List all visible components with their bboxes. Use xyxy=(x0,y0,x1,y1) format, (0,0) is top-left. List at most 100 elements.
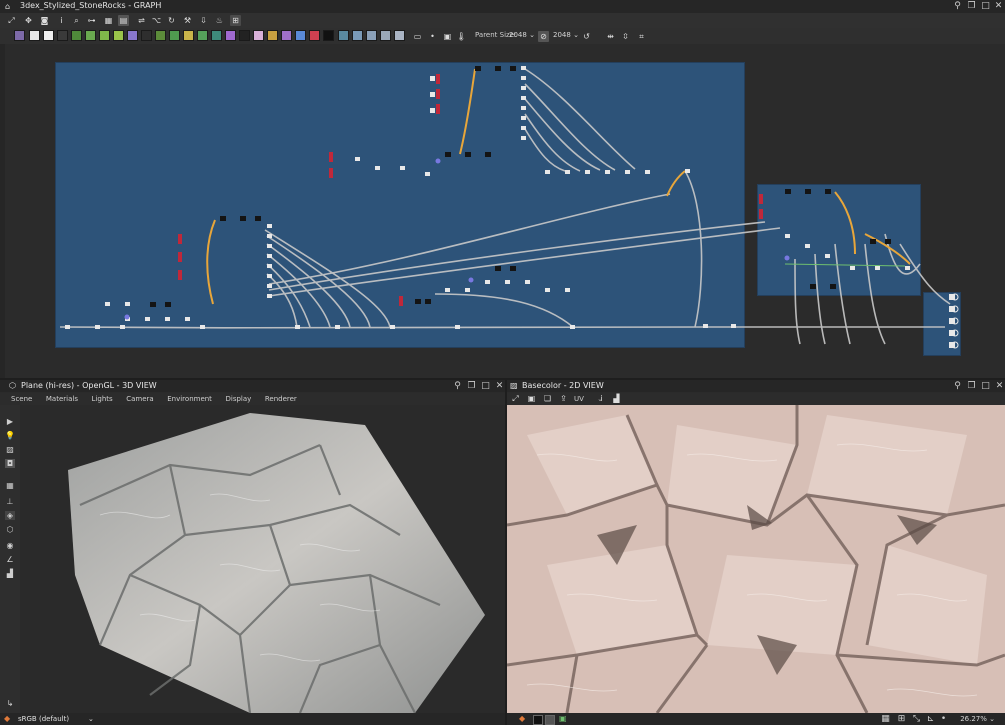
transform-node-icon[interactable] xyxy=(197,30,208,41)
dot-icon[interactable]: • xyxy=(427,31,438,42)
shading-icon[interactable]: ◈ xyxy=(5,511,15,520)
ruler-icon[interactable]: ⊾ xyxy=(925,714,936,725)
gradient-node-icon[interactable] xyxy=(85,30,96,41)
menu-renderer[interactable]: Renderer xyxy=(265,393,297,405)
grid-icon[interactable]: ⊞ xyxy=(230,15,241,26)
menu-scene[interactable]: Scene xyxy=(11,393,32,405)
info-icon[interactable]: i xyxy=(56,15,67,26)
pivot-icon[interactable]: ↳ xyxy=(5,699,15,708)
fx-node-icon[interactable] xyxy=(239,30,250,41)
camera-icon[interactable]: ◙ xyxy=(39,15,50,26)
close-icon[interactable]: ✕ xyxy=(993,1,1004,12)
close-icon[interactable]: ✕ xyxy=(994,381,1005,392)
maximize-icon[interactable]: □ xyxy=(980,381,991,392)
hsl-node-icon[interactable] xyxy=(127,30,138,41)
blend-node-icon[interactable] xyxy=(71,30,82,41)
bake-icon[interactable]: ♨ xyxy=(214,15,225,26)
menu-camera[interactable]: Camera xyxy=(126,393,153,405)
float-icon[interactable]: ❐ xyxy=(466,381,477,392)
menu-materials[interactable]: Materials xyxy=(46,393,78,405)
menu-environment[interactable]: Environment xyxy=(167,393,212,405)
connect-icon[interactable]: ⇌ xyxy=(136,15,147,26)
pin-node-icon[interactable] xyxy=(380,30,391,41)
snap-icon[interactable]: ⌗ xyxy=(636,31,647,42)
image-icon[interactable]: ▨ xyxy=(5,445,15,454)
distance-node-icon[interactable] xyxy=(211,30,222,41)
eye-icon[interactable]: ◉ xyxy=(5,541,15,550)
output-size-select[interactable]: 2048 ⌄ xyxy=(553,30,579,41)
light-icon[interactable]: 💡 xyxy=(5,431,15,440)
menu-lights[interactable]: Lights xyxy=(92,393,113,405)
graph-canvas[interactable] xyxy=(0,44,1005,378)
switch-node-icon[interactable] xyxy=(57,30,68,41)
pick-icon[interactable]: ⤡ xyxy=(911,714,922,725)
group-node-icon[interactable] xyxy=(394,30,405,41)
distribute-v-icon[interactable]: ⇳ xyxy=(620,31,631,42)
pixelproc-node-icon[interactable] xyxy=(338,30,349,41)
angle-icon[interactable]: ∠ xyxy=(5,555,15,564)
valueproc-node-icon[interactable] xyxy=(352,30,363,41)
stats-icon[interactable]: ▟ xyxy=(5,569,15,578)
channel-gray-icon[interactable] xyxy=(545,715,555,725)
normal-node-icon[interactable] xyxy=(155,30,166,41)
zoom-icon[interactable]: • xyxy=(938,714,949,725)
grid-view-icon[interactable]: ▦ xyxy=(5,481,15,490)
warp-node-icon[interactable] xyxy=(99,30,110,41)
pixel-node-icon[interactable] xyxy=(253,30,264,41)
frame-all-icon[interactable]: ✥ xyxy=(23,15,34,26)
export-icon[interactable]: ⇩ xyxy=(198,15,209,26)
wireframe-icon[interactable]: ⬡ xyxy=(5,525,15,534)
view2d-viewport[interactable] xyxy=(507,405,1005,713)
colorspace-select[interactable]: sRGB (default) ⌄ xyxy=(18,714,98,724)
frame-tool-icon[interactable]: ▣ xyxy=(442,31,453,42)
zoom-select[interactable]: 26.27% ⌄ xyxy=(949,714,995,724)
parent-size-select[interactable]: 2048 ⌄ xyxy=(509,30,535,41)
pin-icon[interactable]: ⚲ xyxy=(952,1,963,12)
search-icon[interactable]: ⌕ xyxy=(71,15,82,26)
pin-tool-icon[interactable]: 🌡 xyxy=(456,31,467,42)
shape-node-icon[interactable] xyxy=(183,30,194,41)
tiling-icon[interactable]: ⊞ xyxy=(896,714,907,725)
histogram-icon[interactable]: ▟ xyxy=(611,393,622,404)
link-size-icon[interactable]: ⊘ xyxy=(538,31,549,42)
output-node-icon[interactable] xyxy=(309,30,320,41)
export-image-icon[interactable]: ⇪ xyxy=(558,393,569,404)
triangle-node-icon[interactable] xyxy=(267,30,278,41)
frame-node-icon[interactable] xyxy=(295,30,306,41)
tools-icon[interactable]: ⚒ xyxy=(182,15,193,26)
reset-size-icon[interactable]: ↺ xyxy=(581,31,592,42)
float-icon[interactable]: ❐ xyxy=(966,1,977,12)
layout-icon[interactable]: ▤ xyxy=(118,15,129,26)
pin-icon[interactable]: ⚲ xyxy=(952,381,963,392)
grid-toggle-icon[interactable]: ▦ xyxy=(880,714,891,725)
float-icon[interactable]: ❐ xyxy=(966,381,977,392)
screenshot-icon[interactable]: ◘ xyxy=(5,459,15,468)
pin-icon[interactable]: ⚲ xyxy=(452,381,463,392)
maximize-icon[interactable]: □ xyxy=(480,381,491,392)
link-icon[interactable]: ⊶ xyxy=(86,15,97,26)
text-a-node-icon[interactable] xyxy=(281,30,292,41)
menu-display[interactable]: Display xyxy=(225,393,251,405)
svg-node-icon[interactable] xyxy=(29,30,40,41)
copy-icon[interactable]: ❏ xyxy=(542,393,553,404)
comment-node-icon[interactable] xyxy=(366,30,377,41)
fxmap-node-icon[interactable] xyxy=(323,30,334,41)
branch-icon[interactable]: ⌥ xyxy=(151,15,162,26)
align-icon[interactable]: ▦ xyxy=(103,15,114,26)
axis-icon[interactable]: ⊥ xyxy=(5,497,15,506)
view3d-viewport[interactable] xyxy=(20,405,505,713)
refresh-icon[interactable]: ↻ xyxy=(166,15,177,26)
curve-node-icon[interactable] xyxy=(113,30,124,41)
bitmap-node-icon[interactable] xyxy=(14,30,25,41)
text-node-icon[interactable] xyxy=(43,30,54,41)
info-icon[interactable]: i xyxy=(596,393,607,404)
maximize-icon[interactable]: □ xyxy=(980,1,991,12)
channel-black-icon[interactable] xyxy=(533,715,543,725)
fit-icon[interactable]: ⤢ xyxy=(510,393,521,404)
emboss-node-icon[interactable] xyxy=(169,30,180,41)
video-camera-icon[interactable]: ▶ xyxy=(5,417,15,426)
tile-node-icon[interactable] xyxy=(225,30,236,41)
distribute-h-icon[interactable]: ⇹ xyxy=(605,31,616,42)
display-icon[interactable]: ▣ xyxy=(559,714,569,724)
levels-node-icon[interactable] xyxy=(141,30,152,41)
